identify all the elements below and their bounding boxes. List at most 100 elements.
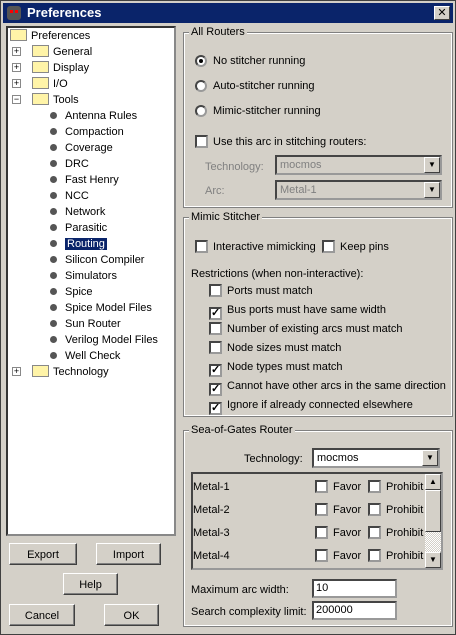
tree-folder-general[interactable]: General <box>32 44 92 60</box>
tree-folder-io[interactable]: I/O <box>32 76 68 92</box>
stitch-arc-select[interactable]: Metal-1 ▼ <box>275 180 442 200</box>
prohibit-checkbox[interactable]: Prohibit <box>368 480 423 494</box>
checkbox[interactable] <box>209 322 222 335</box>
radio-auto-stitcher[interactable]: Auto-stitcher running <box>195 79 315 93</box>
restriction-checkbox[interactable]: ✓ Ignore if already connected elsewhere <box>209 398 413 415</box>
prohibit-checkbox[interactable]: Prohibit <box>368 526 423 540</box>
group-title: Sea-of-Gates Router <box>189 424 295 436</box>
help-button[interactable]: Help <box>63 573 118 595</box>
radio-button[interactable] <box>195 80 207 92</box>
radio-button[interactable] <box>195 55 207 67</box>
sog-technology-select[interactable]: mocmos ▼ <box>312 448 440 468</box>
checkbox[interactable] <box>368 549 381 562</box>
checkbox-label: Keep pins <box>340 241 389 253</box>
stitch-technology-select[interactable]: mocmos ▼ <box>275 155 442 175</box>
tree-label: Network <box>65 206 106 218</box>
tree-item-verilog-model-files[interactable]: Verilog Model Files <box>50 332 158 348</box>
checkbox[interactable] <box>195 135 208 148</box>
tree-item-simulators[interactable]: Simulators <box>50 268 117 284</box>
checkbox-label: Prohibit <box>386 481 424 493</box>
tree-item-drc[interactable]: DRC <box>50 156 89 172</box>
prohibit-checkbox[interactable]: Prohibit <box>368 503 423 517</box>
tree-item-ncc[interactable]: NCC <box>50 188 89 204</box>
checkbox-label: Prohibit <box>386 504 424 516</box>
tree-item-sun-router[interactable]: Sun Router <box>50 316 121 332</box>
checkbox[interactable] <box>368 503 381 516</box>
tree-folder-display[interactable]: Display <box>32 60 89 76</box>
tree-item-spice-model-files[interactable]: Spice Model Files <box>50 300 152 316</box>
favor-checkbox[interactable]: Favor <box>315 503 361 517</box>
checkbox[interactable] <box>315 549 328 562</box>
preferences-tree[interactable]: Preferences General + Display + I/O + Tools − An… <box>6 26 176 536</box>
tree-item-coverage[interactable]: Coverage <box>50 140 113 156</box>
expand-icon[interactable]: + <box>12 79 21 88</box>
keep-pins-checkbox[interactable]: Keep pins <box>322 240 389 254</box>
chevron-down-icon[interactable]: ▼ <box>424 157 440 173</box>
tree-item-antenna-rules[interactable]: Antenna Rules <box>50 108 137 124</box>
cancel-button[interactable]: Cancel <box>9 604 75 626</box>
tree-folder-technology[interactable]: Technology <box>32 364 109 380</box>
collapse-icon[interactable]: − <box>12 95 21 104</box>
radio-mimic-stitcher[interactable]: Mimic-stitcher running <box>195 104 321 118</box>
chevron-down-icon[interactable]: ▼ <box>422 450 438 466</box>
favor-checkbox[interactable]: Favor <box>315 480 361 494</box>
tree-root[interactable]: Preferences <box>10 28 90 44</box>
tree-label: Compaction <box>65 126 124 138</box>
checkbox[interactable] <box>315 480 328 493</box>
scrollbar[interactable]: ▲ ▼ <box>425 474 441 568</box>
leaf-icon <box>50 128 57 135</box>
use-arc-checkbox[interactable]: Use this arc in stitching routers: <box>195 135 366 149</box>
checkbox[interactable] <box>315 526 328 539</box>
export-button[interactable]: Export <box>9 543 77 565</box>
checkbox[interactable]: ✓ <box>209 383 222 396</box>
tree-item-parasitic[interactable]: Parasitic <box>50 220 107 236</box>
prohibit-checkbox[interactable]: Prohibit <box>368 549 423 563</box>
checkbox[interactable] <box>195 240 208 253</box>
radio-no-stitcher[interactable]: No stitcher running <box>195 54 305 68</box>
restriction-checkbox[interactable]: Ports must match <box>209 284 313 298</box>
tree-item-compaction[interactable]: Compaction <box>50 124 124 140</box>
arc-name: Metal-4 <box>193 550 230 562</box>
favor-checkbox[interactable]: Favor <box>315 549 361 563</box>
radio-button[interactable] <box>195 105 207 117</box>
leaf-icon <box>50 176 57 183</box>
scroll-thumb[interactable] <box>425 490 441 532</box>
tree-label: Routing <box>65 238 107 250</box>
max-arc-width-input[interactable]: 10 <box>312 579 397 598</box>
expand-icon[interactable]: + <box>12 63 21 72</box>
checkbox[interactable] <box>368 526 381 539</box>
checkbox[interactable] <box>315 503 328 516</box>
close-button[interactable]: ✕ <box>434 6 450 20</box>
tree-item-well-check[interactable]: Well Check <box>50 348 120 364</box>
restriction-checkbox[interactable]: ✓ Node types must match <box>209 360 343 377</box>
restriction-checkbox[interactable]: Node sizes must match <box>209 341 341 355</box>
checkbox[interactable] <box>322 240 335 253</box>
favor-checkbox[interactable]: Favor <box>315 526 361 540</box>
ok-button[interactable]: OK <box>104 604 159 626</box>
restrictions-label: Restrictions (when non-interactive): <box>191 268 364 280</box>
import-button[interactable]: Import <box>96 543 161 565</box>
scroll-up-icon[interactable]: ▲ <box>425 474 441 490</box>
checkbox[interactable] <box>368 480 381 493</box>
checkbox[interactable]: ✓ <box>209 402 222 415</box>
restriction-checkbox[interactable]: Number of existing arcs must match <box>209 322 402 336</box>
checkbox[interactable]: ✓ <box>209 364 222 377</box>
tree-item-spice[interactable]: Spice <box>50 284 93 300</box>
tree-label: Simulators <box>65 270 117 282</box>
tree-item-network[interactable]: Network <box>50 204 105 220</box>
tree-folder-tools[interactable]: Tools <box>32 92 79 108</box>
expand-icon[interactable]: + <box>12 367 21 376</box>
tree-item-fast-henry[interactable]: Fast Henry <box>50 172 119 188</box>
complexity-input[interactable]: 200000 <box>312 601 397 620</box>
interactive-mimicking-checkbox[interactable]: Interactive mimicking <box>195 240 316 254</box>
tree-item-routing[interactable]: Routing <box>50 236 107 252</box>
restriction-checkbox[interactable]: ✓ Bus ports must have same width <box>209 303 386 320</box>
expand-icon[interactable]: + <box>12 47 21 56</box>
checkbox[interactable] <box>209 341 222 354</box>
chevron-down-icon[interactable]: ▼ <box>424 182 440 198</box>
restriction-checkbox[interactable]: ✓ Cannot have other arcs in the same dire… <box>209 379 446 396</box>
checkbox[interactable]: ✓ <box>209 307 222 320</box>
tree-item-silicon-compiler[interactable]: Silicon Compiler <box>50 252 144 268</box>
scroll-down-icon[interactable]: ▼ <box>425 552 441 568</box>
checkbox[interactable] <box>209 284 222 297</box>
